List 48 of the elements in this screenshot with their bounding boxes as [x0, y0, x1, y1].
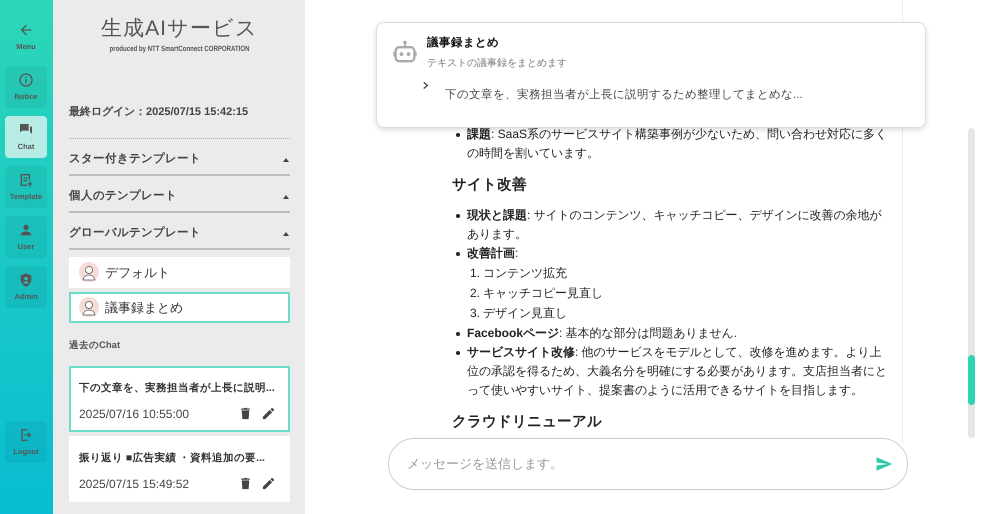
- app-title: 生成AIサービス: [100, 17, 259, 40]
- section-heading: サイト改善: [452, 176, 528, 195]
- avatar-icon: [79, 262, 99, 282]
- list-item-text: 改善計画:: [467, 245, 520, 262]
- chevron-right-icon[interactable]: [423, 81, 429, 90]
- list-item-text: 現状と課題: サイトのコンテンツ、キャッチコピー、デザインに改善の余地があります。: [467, 207, 883, 243]
- bullet-dot: [456, 332, 460, 336]
- list-item-text: コンテンツ拡充: [483, 265, 568, 282]
- chat-title: 下の文章を、実務担当者が上長に説明...: [79, 381, 276, 396]
- chat-timestamp: 2025/07/16 10:55:00: [79, 406, 190, 423]
- list-number: 2.: [470, 285, 480, 302]
- list-item-text: Facebookページ: 基本的な部分は問題ありません.: [467, 325, 738, 342]
- popup-description: テキストの議事録をまとめます: [427, 56, 567, 72]
- edit-icon[interactable]: [261, 476, 276, 492]
- template-item[interactable]: 議事録まとめ: [69, 292, 290, 323]
- list-item-text: デザイン見直し: [483, 305, 568, 322]
- last-login-text: 最終ログイン：2025/07/15 15:42:15: [69, 105, 250, 120]
- avatar-icon: [79, 297, 99, 318]
- delete-icon[interactable]: [238, 406, 253, 422]
- info-icon: [18, 72, 34, 88]
- section-header[interactable]: スター付きテンプレート: [69, 138, 290, 176]
- list-item-text: キャッチコピー見直し: [483, 285, 604, 302]
- list-number: 1.: [470, 265, 480, 282]
- list-item-text: サービスサイト改修: 他のサービスをモデルとして、改修を進めます。より上位の承認を得るため、大義名分を明確にする必要があります。支店担当者にとって使いやすいサイト、提案書のように活用できるサイトを目指します。: [467, 344, 888, 399]
- bullet-dot: [456, 214, 460, 218]
- shield-person-icon: [18, 272, 34, 288]
- list-number: 3.: [470, 305, 480, 322]
- section-heading: クラウドリニューアル: [452, 413, 603, 432]
- scrollbar-thumb[interactable]: [968, 355, 975, 405]
- bullet-dot: [456, 351, 460, 355]
- list-item-text: 課題: SaaS系のサービスサイト構築事例が少ないため、問い合わせ対応に多くの時間を割いています。: [467, 126, 888, 162]
- chat-history-card[interactable]: 振り返り ■広告実績 ・資料追加の要... 2025/07/15 15:49:52: [69, 436, 290, 502]
- chat-timestamp: 2025/07/15 15:49:52: [79, 476, 190, 493]
- popup-title: 議事録まとめ: [427, 35, 500, 51]
- bullet-dot: [456, 133, 460, 137]
- section-header[interactable]: グローバルテンプレート: [69, 212, 290, 250]
- section-header[interactable]: 個人のテンプレート: [69, 176, 290, 213]
- prompt-text: 下の文章を、実務担当者が上長に説明するため整理してまとめな...: [445, 87, 803, 104]
- chat-title: 振り返り ■広告実績 ・資料追加の要...: [79, 451, 266, 466]
- chat-history-card[interactable]: 下の文章を、実務担当者が上長に説明... 2025/07/16 10:55:00: [69, 366, 290, 432]
- section-heading: 過去のChat: [69, 338, 122, 353]
- person-icon: [18, 222, 34, 238]
- delete-icon[interactable]: [238, 476, 253, 492]
- message-field[interactable]: メッセージを送信します。: [388, 438, 908, 490]
- edit-icon[interactable]: [261, 406, 276, 422]
- document-plus-icon: [18, 172, 34, 188]
- template-item[interactable]: デフォルト: [69, 256, 290, 288]
- bullet-dot: [456, 252, 460, 256]
